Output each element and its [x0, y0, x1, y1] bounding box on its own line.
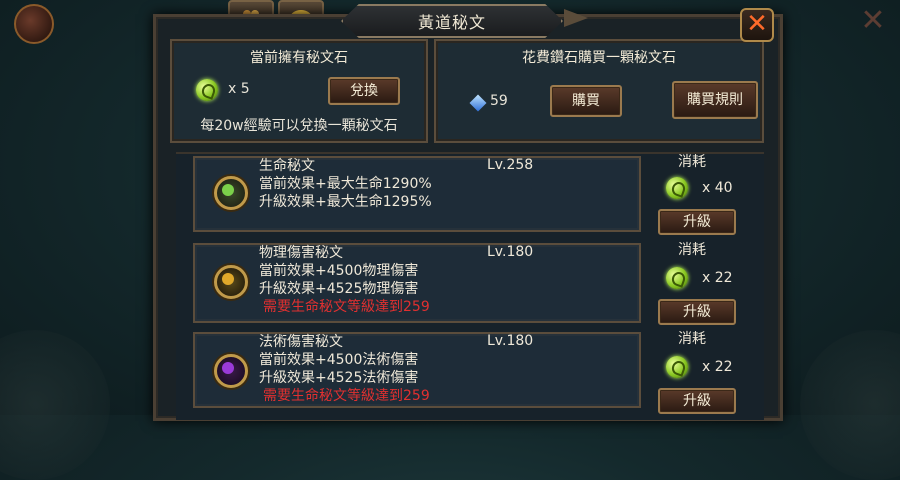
rune-stone-icon: [196, 79, 218, 101]
cost-amount: x 22: [666, 356, 733, 378]
rune-row-physical: 物理傷害秘文 當前效果+4500物理傷害 升級效果+4525物理傷害 需要生命秘…: [193, 243, 641, 323]
magic-rune-icon-core: [222, 362, 234, 374]
rune-level: Lv.180: [487, 244, 534, 260]
physical-rune-text: 物理傷害秘文 當前效果+4500物理傷害 升級效果+4525物理傷害 需要生命秘…: [259, 244, 430, 316]
life-rune-icon-core: [222, 184, 234, 196]
cost-label: 消耗: [678, 331, 706, 347]
rune-row-magic: 法術傷害秘文 當前效果+4500法術傷害 升級效果+4525法術傷害 需要生命秘…: [193, 332, 641, 408]
cost-quantity: x 22: [702, 359, 733, 375]
rune-level: Lv.258: [487, 157, 534, 173]
window-title-text: 黃道秘文: [417, 13, 486, 32]
rune-row-life: 生命秘文 當前效果+最大生命1290% 升級效果+最大生命1295% Lv.25…: [193, 156, 641, 232]
rune-stone-icon: [666, 177, 688, 199]
window-title: 黃道秘文: [341, 4, 563, 38]
rune-stone-icon: [666, 267, 688, 289]
physical-rune-icon-core: [222, 273, 234, 285]
background-ornament-right: [800, 330, 900, 480]
buy-button[interactable]: 購買: [550, 85, 622, 117]
title-wing-right: [564, 9, 588, 27]
diamond-icon: [469, 94, 487, 112]
rune-current-effect: 當前效果+4500物理傷害: [259, 263, 419, 279]
physical-rune-cost: 消耗 x 22 升級: [628, 239, 758, 325]
rune-name: 法術傷害秘文: [259, 334, 343, 350]
exchange-button[interactable]: 兌換: [328, 77, 400, 105]
background-ornament-left: [0, 330, 110, 480]
rune-next-effect: 升級效果+4525法術傷害: [259, 370, 419, 386]
cost-label: 消耗: [678, 242, 706, 258]
rune-level: Lv.180: [487, 333, 534, 349]
rune-current-effect: 當前效果+最大生命1290%: [259, 176, 432, 192]
close-button[interactable]: ✕: [740, 8, 774, 42]
upgrade-button-magic[interactable]: 升級: [658, 388, 736, 414]
cost-quantity: x 22: [702, 270, 733, 286]
close-icon: ✕: [746, 9, 768, 39]
cost-amount: x 40: [666, 177, 733, 199]
side-menu-button[interactable]: [14, 4, 54, 44]
physical-rune-icon: [214, 265, 248, 299]
rune-panel: 當前擁有秘文石 x 5 兌換 每20w經驗可以兌換一顆秘文石 花費鑽石購買一顆秘…: [153, 9, 783, 421]
life-rune-text: 生命秘文 當前效果+最大生命1290% 升級效果+最大生命1295%: [259, 157, 432, 211]
magic-rune-icon: [214, 354, 248, 388]
magic-rune-text: 法術傷害秘文 當前效果+4500法術傷害 升級效果+4525法術傷害 需要生命秘…: [259, 333, 430, 405]
rune-requirement: 需要生命秘文等級達到259: [263, 299, 430, 315]
cost-label: 消耗: [678, 154, 706, 170]
rune-stone-icon: [666, 356, 688, 378]
rune-next-effect: 升級效果+最大生命1295%: [259, 194, 432, 210]
diamond-price: 59: [490, 93, 508, 109]
magic-rune-cost: 消耗 x 22 升級: [628, 328, 758, 414]
cost-amount: x 22: [666, 267, 733, 289]
owned-stones-box: 當前擁有秘文石 x 5 兌換 每20w經驗可以兌換一顆秘文石: [170, 39, 428, 143]
rune-name: 物理傷害秘文: [259, 245, 343, 261]
upgrade-button-physical[interactable]: 升級: [658, 299, 736, 325]
rune-requirement: 需要生命秘文等級達到259: [263, 388, 430, 404]
buy-rules-button[interactable]: 購買規則: [672, 81, 758, 119]
buy-stone-box: 花費鑽石購買一顆秘文石 59 購買 購買規則: [434, 39, 764, 143]
life-rune-cost: 消耗 x 40 升級: [628, 151, 758, 235]
owned-stones-title: 當前擁有秘文石: [250, 50, 348, 66]
upgrade-button-life[interactable]: 升級: [658, 209, 736, 235]
background-close-icon: ✕: [860, 3, 886, 38]
owned-stone-count: x 5: [228, 81, 250, 97]
buy-stone-title: 花費鑽石購買一顆秘文石: [522, 50, 676, 66]
rune-next-effect: 升級效果+4525物理傷害: [259, 281, 419, 297]
exchange-note: 每20w經驗可以兌換一顆秘文石: [200, 118, 398, 134]
rune-current-effect: 當前效果+4500法術傷害: [259, 352, 419, 368]
cost-quantity: x 40: [702, 180, 733, 196]
rune-name: 生命秘文: [259, 158, 315, 174]
life-rune-icon: [214, 176, 248, 210]
